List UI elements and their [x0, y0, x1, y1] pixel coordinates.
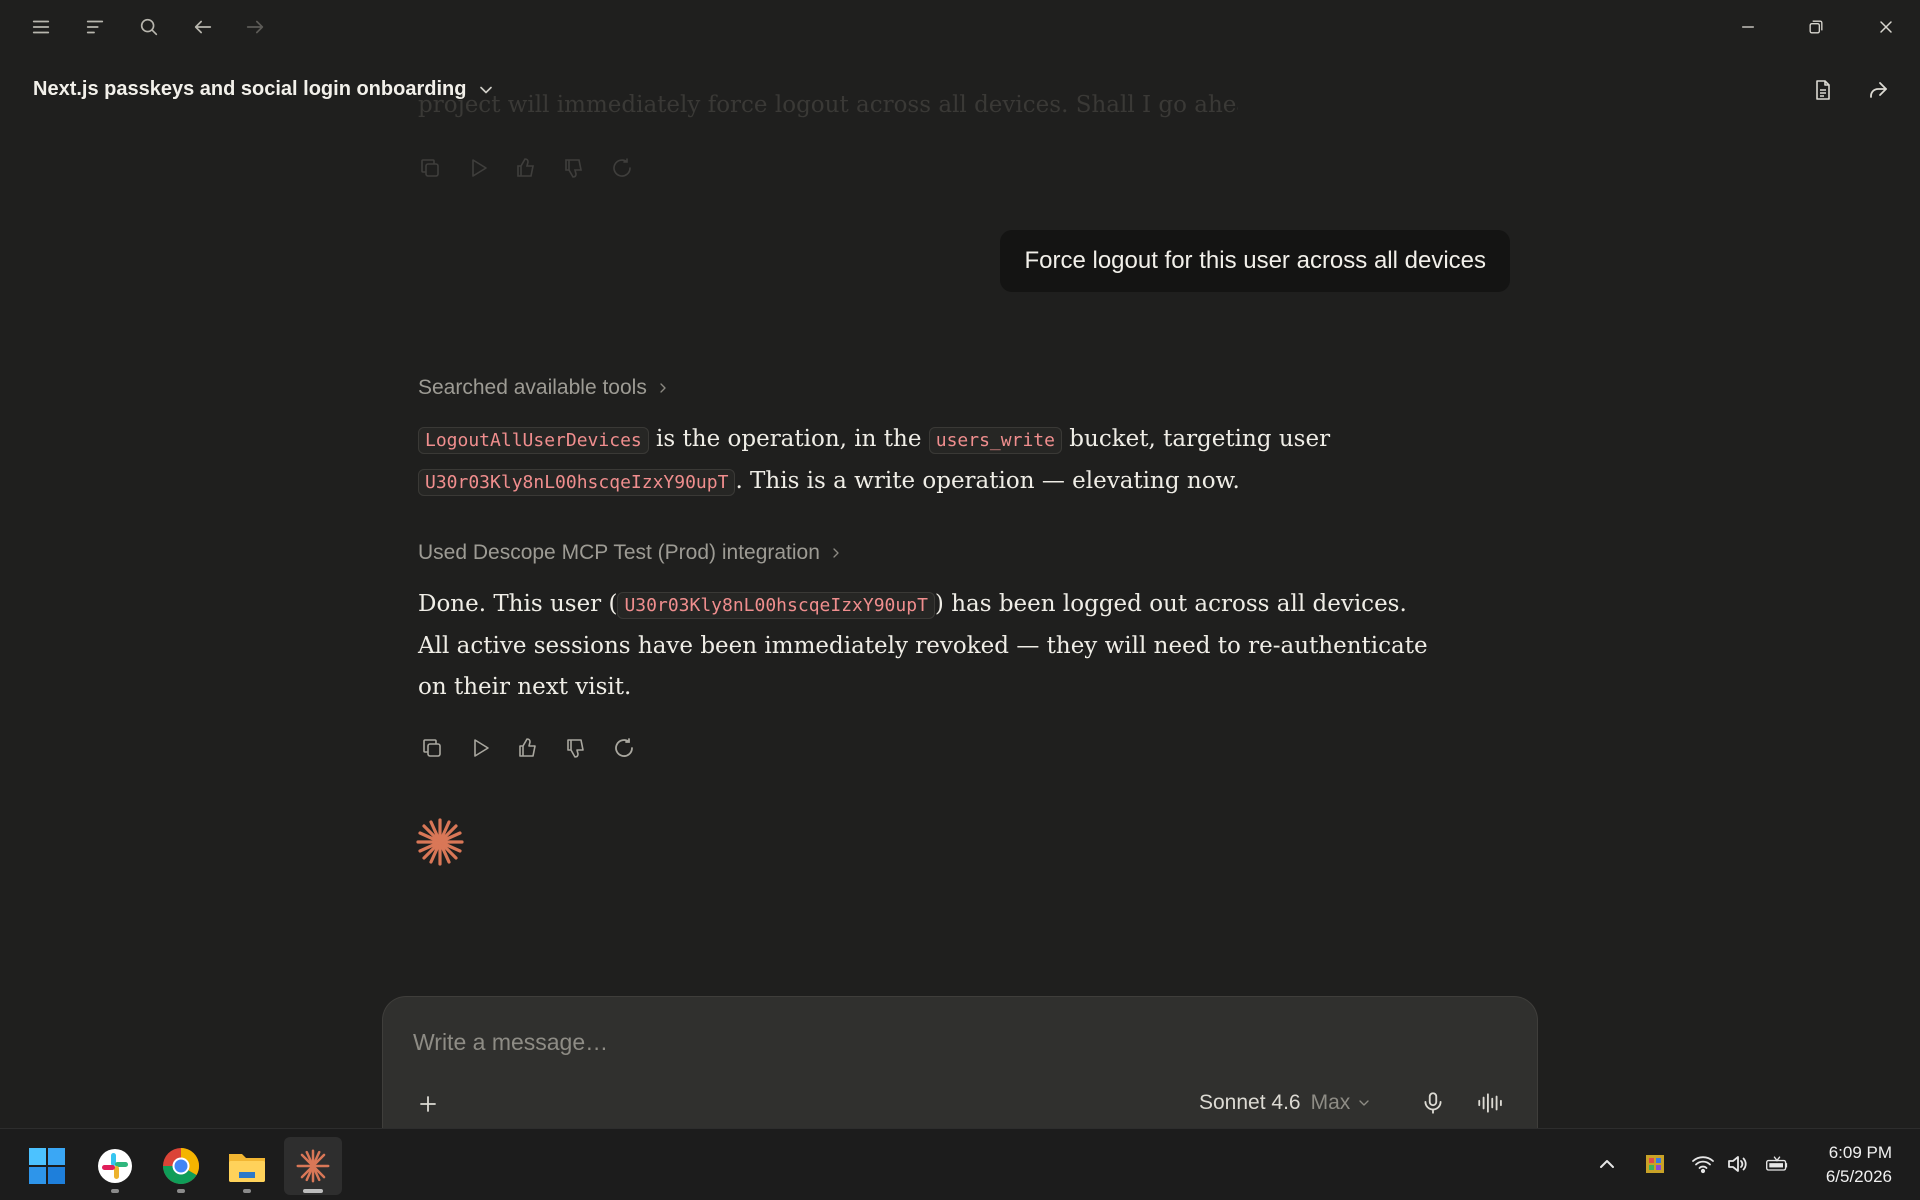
- copy-icon: [418, 156, 444, 182]
- menu-icon[interactable]: [24, 10, 58, 44]
- running-indicator: [177, 1189, 185, 1193]
- copy-button[interactable]: [418, 734, 446, 762]
- chevron-down-icon: [1359, 1100, 1369, 1106]
- faded-message-actions: [418, 156, 636, 182]
- microphone-button[interactable]: [1417, 1087, 1449, 1119]
- clock-date: 6/5/2026: [1825, 1167, 1892, 1186]
- close-icon[interactable]: [1866, 8, 1906, 46]
- folder-icon: [229, 1154, 265, 1182]
- system-clock[interactable]: 6:09 PM 6/5/2026: [1826, 1141, 1892, 1189]
- thumbs-down-icon: [562, 156, 588, 182]
- assistant-response-operation: LogoutAllUserDevices is the operation, i…: [418, 419, 1438, 503]
- plus-icon: [420, 1096, 436, 1112]
- response-text: Done. This user (: [418, 591, 618, 617]
- response-text: is the operation, in the: [648, 426, 929, 452]
- thumbs-up-button[interactable]: [514, 734, 542, 762]
- searched-tools-step[interactable]: Searched available tools: [418, 376, 671, 400]
- assistant-response-done: Done. This user (U30r03Kly8nL00hscqeIzxY…: [418, 584, 1438, 708]
- wifi-icon[interactable]: [1688, 1149, 1718, 1179]
- retry-icon: [615, 738, 633, 757]
- user-message-bubble: Force logout for this user across all de…: [1000, 230, 1510, 292]
- thumbs-down-icon: [567, 739, 584, 758]
- user-id-code: U30r03Kly8nL00hscqeIzxY90upT: [418, 469, 736, 496]
- model-name: Sonnet 4.6: [1199, 1091, 1301, 1114]
- response-text: bucket, targeting user: [1061, 426, 1331, 452]
- volume-icon[interactable]: [1722, 1149, 1752, 1179]
- back-arrow-icon[interactable]: [186, 10, 220, 44]
- add-attachment-button[interactable]: [413, 1089, 443, 1119]
- running-indicator: [303, 1189, 323, 1193]
- model-selector[interactable]: Sonnet 4.6 Max: [1199, 1091, 1372, 1115]
- copy-icon: [423, 739, 441, 757]
- play-icon: [466, 156, 492, 182]
- thumbs-down-button[interactable]: [562, 734, 590, 762]
- play-icon: [474, 739, 489, 757]
- retry-button[interactable]: [610, 734, 638, 762]
- chevron-right-icon: [660, 383, 666, 393]
- message-composer: Sonnet 4.6 Max: [382, 996, 1538, 1128]
- message-input[interactable]: [413, 1029, 1503, 1056]
- thumbs-up-icon: [519, 738, 536, 757]
- taskbar-file-explorer[interactable]: [218, 1137, 276, 1195]
- running-indicator: [243, 1189, 251, 1193]
- chevron-up-icon: [1600, 1160, 1614, 1168]
- title-bar: [0, 0, 1920, 54]
- microphone-icon: [1424, 1092, 1442, 1114]
- faded-previous-message: project will immediately force logout ac…: [418, 92, 1238, 118]
- running-indicator: [111, 1189, 119, 1193]
- sidebar-list-icon[interactable]: [78, 10, 112, 44]
- restore-icon[interactable]: [1796, 8, 1836, 46]
- audio-waveform-icon: [1478, 1093, 1502, 1113]
- searched-tools-label: Searched available tools: [418, 376, 647, 399]
- voice-mode-button[interactable]: [1471, 1087, 1507, 1119]
- conversation-title: Next.js passkeys and social login onboar…: [33, 78, 467, 100]
- battery-icon[interactable]: [1762, 1149, 1792, 1179]
- slack-icon: [98, 1149, 132, 1183]
- model-mode: Max: [1310, 1091, 1351, 1114]
- forward-arrow-icon[interactable]: [238, 10, 272, 44]
- thumbs-up-icon: [514, 156, 540, 182]
- message-actions: [418, 734, 638, 762]
- user-id-code: U30r03Kly8nL00hscqeIzxY90upT: [617, 592, 935, 619]
- claude-spark-icon: [416, 818, 464, 866]
- retry-icon: [610, 156, 636, 182]
- start-button[interactable]: [18, 1137, 76, 1195]
- read-aloud-button[interactable]: [466, 734, 494, 762]
- share-icon[interactable]: [1860, 72, 1896, 108]
- claude-spark-icon: [296, 1149, 330, 1183]
- bucket-code: users_write: [928, 427, 1062, 454]
- search-icon[interactable]: [132, 10, 166, 44]
- used-integration-step[interactable]: Used Descope MCP Test (Prod) integration: [418, 541, 844, 565]
- windows-taskbar: 6:09 PM 6/5/2026: [0, 1128, 1920, 1200]
- operation-code: LogoutAllUserDevices: [418, 427, 649, 454]
- taskbar-slack[interactable]: [86, 1137, 144, 1195]
- color-palette-icon: [1646, 1155, 1664, 1173]
- tray-app-icon[interactable]: [1640, 1149, 1670, 1179]
- chrome-icon: [163, 1148, 200, 1185]
- document-icon[interactable]: [1805, 72, 1841, 108]
- response-text: . This is a write operation — elevating …: [735, 468, 1240, 494]
- taskbar-claude[interactable]: [284, 1137, 342, 1195]
- used-integration-label: Used Descope MCP Test (Prod) integration: [418, 541, 820, 564]
- taskbar-chrome[interactable]: [152, 1137, 210, 1195]
- clock-time: 6:09 PM: [1828, 1143, 1892, 1162]
- minimize-icon[interactable]: [1728, 8, 1768, 46]
- show-hidden-icons-button[interactable]: [1592, 1149, 1622, 1179]
- chevron-right-icon: [833, 548, 839, 558]
- windows-logo-icon: [29, 1148, 65, 1184]
